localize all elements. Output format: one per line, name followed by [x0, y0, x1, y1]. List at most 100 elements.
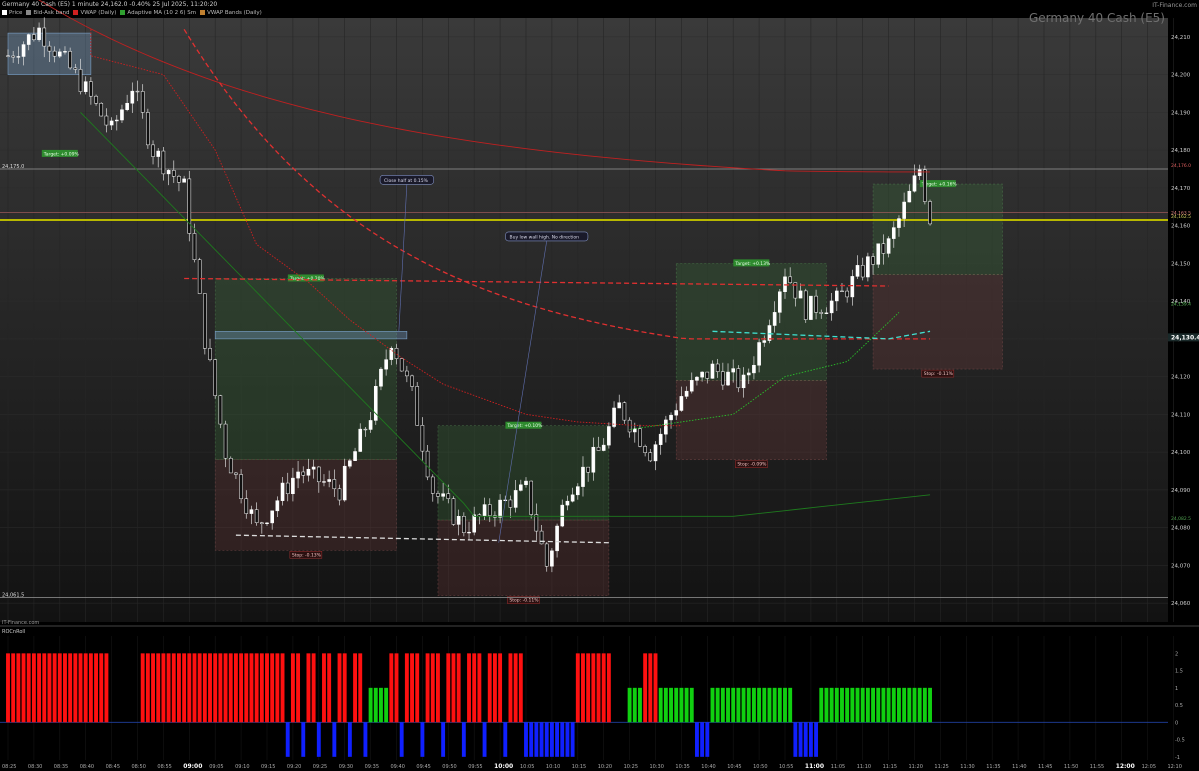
- indicator-bar: [290, 653, 295, 723]
- indicator-bar: [244, 653, 249, 723]
- y-tick-label: 24,170: [1171, 186, 1191, 192]
- indicator-bar: [280, 653, 285, 723]
- indicator-bar: [145, 653, 150, 723]
- candle-body: [451, 498, 456, 525]
- candle-body: [104, 115, 109, 126]
- indicator-bar: [151, 653, 155, 723]
- candle-body: [285, 482, 290, 495]
- candle-body: [78, 69, 83, 92]
- indicator-bar: [171, 653, 176, 723]
- indicator-bar: [379, 687, 383, 723]
- candle-body: [368, 420, 373, 430]
- stop-label: Stop: -0.11%: [924, 371, 954, 377]
- annotation-text: Buy low wall high. No direction: [510, 234, 580, 240]
- candle-body: [197, 259, 202, 294]
- legend-label: Adaptive MA (10 2 6) Sm: [127, 10, 197, 16]
- indicator-bar: [477, 653, 482, 723]
- indicator-bar: [441, 722, 446, 757]
- candle-body: [192, 233, 197, 260]
- indicator-bar: [881, 687, 886, 723]
- candle-body: [151, 144, 155, 157]
- candle-body: [63, 51, 67, 53]
- indicator-bar: [902, 687, 907, 723]
- indicator-bar: [632, 687, 637, 723]
- indicator-bar: [342, 653, 347, 723]
- y-tick-label: 24,210: [1171, 35, 1191, 41]
- indicator-bar: [202, 653, 207, 723]
- candle-body: [348, 460, 352, 467]
- candle-body: [446, 493, 451, 499]
- indicator-bar: [731, 687, 736, 723]
- candle-body: [462, 516, 466, 533]
- indicator-bar: [746, 687, 751, 723]
- candle-body: [135, 90, 140, 93]
- indicator-bar: [254, 653, 259, 723]
- indicator-bar: [570, 722, 575, 757]
- indicator-bar: [876, 687, 881, 723]
- indicator-bar: [430, 653, 435, 723]
- indicator-bar: [182, 653, 187, 723]
- indicator-bar: [197, 653, 202, 723]
- indicator-bar: [47, 653, 52, 723]
- indicator-bar: [529, 722, 534, 757]
- indicator-bar: [404, 653, 409, 723]
- candle-body: [342, 465, 347, 501]
- candle-body: [405, 370, 409, 377]
- chart-legend: Price Bid-Ask band VWAP (Daily) Adaptive MA…: [2, 10, 262, 16]
- legend-label: VWAP Bands (Daily): [207, 10, 262, 16]
- candle-body: [254, 509, 259, 523]
- indicator-bar: [456, 653, 461, 723]
- indicator-bar: [208, 653, 212, 723]
- indicator-bar: [917, 687, 922, 723]
- annotation-text: Close half at 0.15%: [384, 178, 429, 184]
- candle-body: [912, 175, 917, 192]
- candle-body: [425, 450, 430, 478]
- x-tick-label: 11:25: [934, 764, 948, 770]
- indicator-bar: [26, 653, 31, 723]
- indicator-bar: [78, 653, 83, 723]
- candle-body: [94, 95, 98, 104]
- candle-body: [89, 81, 93, 97]
- candle-body: [860, 265, 865, 278]
- x-tick-label: 10:40: [701, 764, 715, 770]
- legend-item: VWAP (Daily): [73, 10, 116, 16]
- target-zone: [675, 263, 827, 381]
- indicator-bar: [555, 722, 560, 757]
- lower-brand-label: IT-Finance.com: [2, 620, 39, 626]
- candle-body: [689, 380, 694, 392]
- x-tick-label: 12:10: [1168, 764, 1182, 770]
- indicator-bar: [389, 653, 394, 723]
- indicator-bar: [213, 653, 218, 723]
- candle-body: [544, 543, 549, 567]
- target-label: Target: +0.09%: [43, 151, 80, 157]
- indicator-bar: [886, 687, 891, 723]
- candle-body: [32, 34, 36, 40]
- candle-body: [399, 358, 404, 372]
- x-tick-label: 10:15: [572, 764, 586, 770]
- candle-body: [244, 498, 249, 514]
- indicator-bar: [669, 687, 673, 723]
- y-tick-label: 24,200: [1171, 73, 1191, 79]
- indicator-bar: [907, 687, 912, 723]
- candle-body: [741, 374, 746, 389]
- indicator-bar: [161, 653, 166, 723]
- indicator-bar: [275, 653, 280, 723]
- indicator-bar: [539, 722, 544, 757]
- indicator-bar: [347, 722, 352, 757]
- candle-body: [834, 290, 839, 302]
- indicator-bar: [373, 687, 378, 723]
- indicator-bar: [73, 653, 78, 723]
- candle-body: [560, 504, 565, 527]
- y-tick-label: 24,090: [1171, 488, 1191, 494]
- indicator-bar: [446, 653, 451, 723]
- target-label: Target: +0.13%: [734, 261, 771, 267]
- chart-canvas[interactable]: 24,210 24,200 24,190 24,180 24,170 24,160 24,1…: [0, 0, 1199, 771]
- brand-label: IT-Finance.com: [1152, 2, 1197, 9]
- candle-body: [223, 423, 228, 459]
- y-tick-label: 24,180: [1171, 148, 1191, 154]
- candle-body: [886, 238, 891, 254]
- indicator-bar: [6, 653, 10, 723]
- legend-item: VWAP Bands (Daily): [200, 10, 262, 16]
- candle-body: [156, 150, 161, 157]
- indicator-bar: [363, 722, 368, 757]
